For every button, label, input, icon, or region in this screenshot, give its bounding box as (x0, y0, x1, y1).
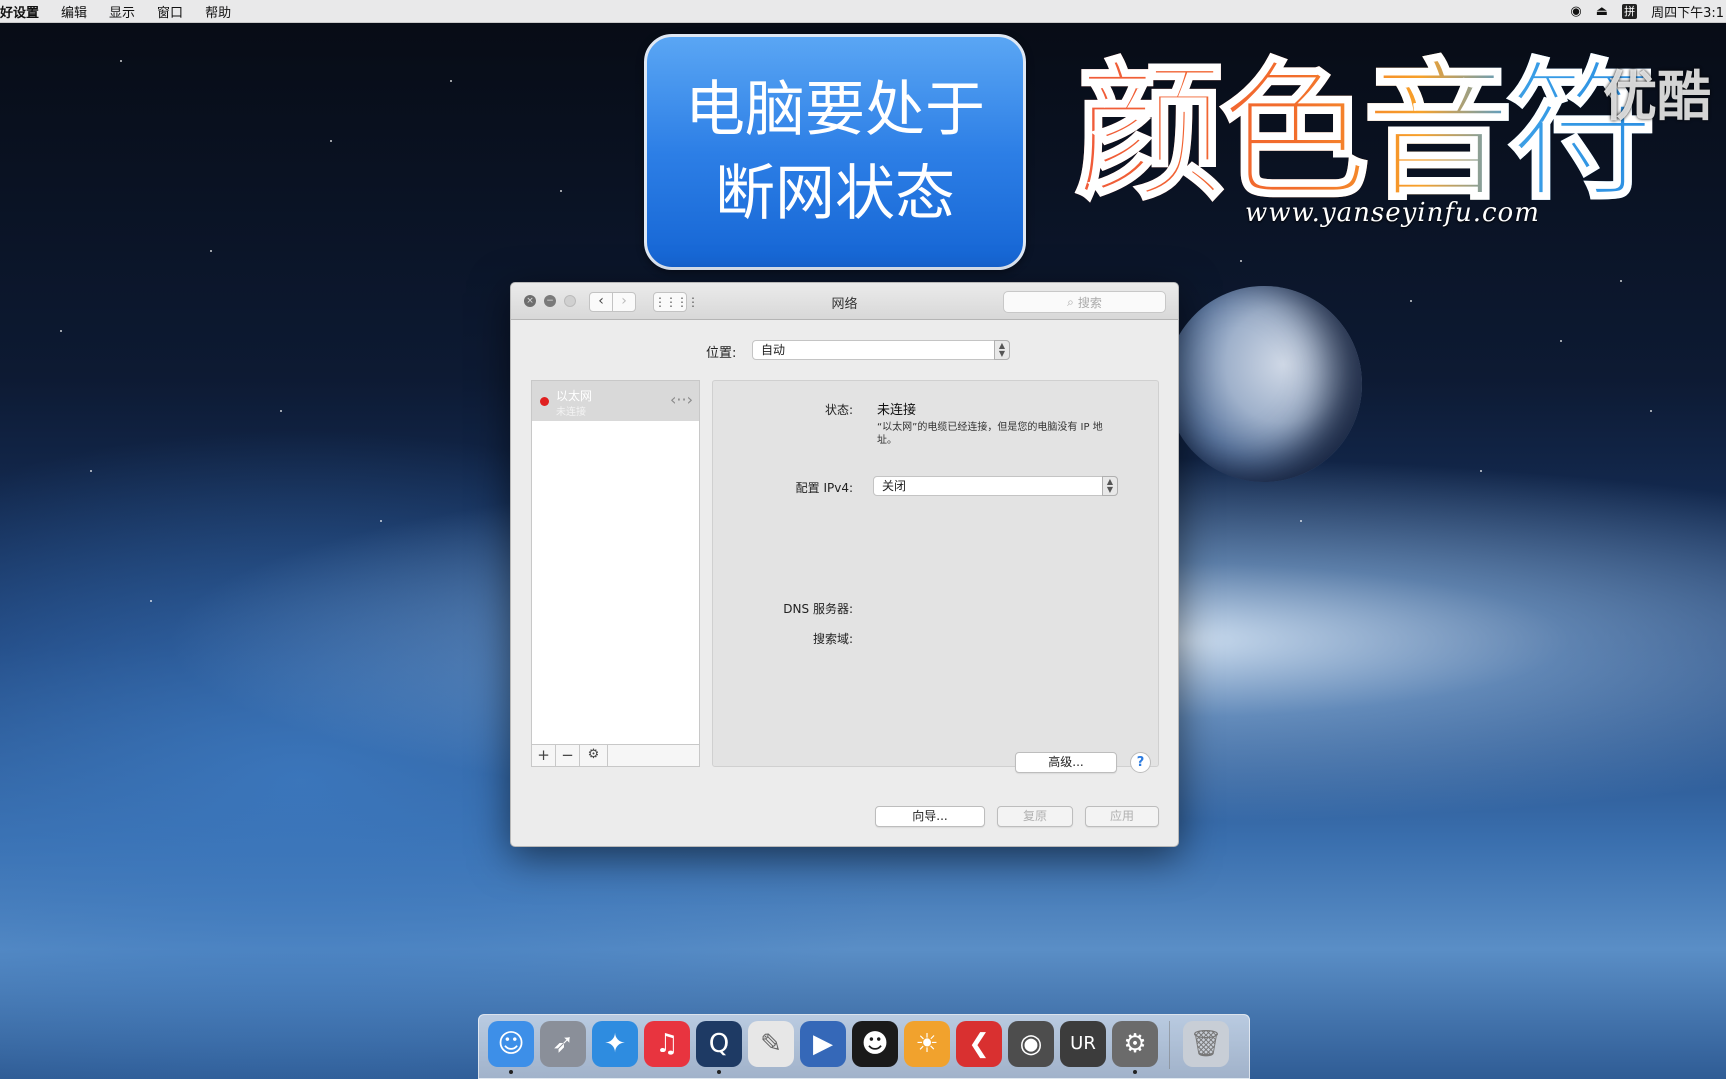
moon-image (1166, 286, 1362, 482)
search-icon: ⌕ (1067, 294, 1074, 309)
menu-clock[interactable]: 周四下午3:1 (1651, 2, 1724, 21)
gear-icon: ⚙ (587, 747, 600, 762)
textedit-icon[interactable]: ✎ (748, 1020, 794, 1067)
search-domain-label: 搜索域: (812, 632, 853, 646)
service-status: 未连接 (556, 407, 586, 418)
qq-icon[interactable]: ☻ (852, 1020, 898, 1067)
menu-bar: 好设置 编辑 显示 窗口 帮助 ◉ ⏏ 拼 周四下午3:1 (0, 0, 1726, 23)
help-button[interactable]: ? (1130, 752, 1151, 773)
running-indicator (1133, 1069, 1137, 1074)
service-list: 以太网 未连接 ‹··› (531, 380, 700, 745)
launchpad-icon[interactable]: ➶ (540, 1020, 586, 1067)
location-label: 位置: (706, 346, 737, 361)
assistant-button[interactable]: 向导... (875, 806, 985, 827)
status-label: 状态: (824, 403, 853, 417)
add-service-button[interactable]: + (532, 745, 556, 766)
menu-edit[interactable]: 编辑 (50, 2, 98, 21)
status-value: 未连接 (877, 403, 917, 418)
location-select[interactable]: 自动 ▲ ▼ (752, 340, 1010, 360)
dock-items: ☺ ➶ ✦ ♫ Q ✎ ▶ ☻ ☀ ❮ ◉ UR ⚙ (485, 1020, 1161, 1074)
remove-service-button[interactable]: − (556, 745, 580, 766)
advanced-button[interactable]: 高级... (1015, 752, 1117, 773)
updown-arrows-icon: ▲ ▼ (994, 340, 1010, 360)
safari-icon[interactable]: ✦ (592, 1020, 638, 1067)
ipv4-label: 配置 IPv4: (795, 481, 853, 495)
service-name: 以太网 (556, 389, 593, 403)
quicktime-icon[interactable]: Q (696, 1020, 742, 1074)
input-method-icon[interactable]: 拼 (1622, 3, 1638, 19)
running-indicator (717, 1069, 721, 1074)
status-description: “以太网”的电缆已经连接，但是您的电脑没有 IP 地址。 (877, 422, 1103, 446)
gear-menu-button[interactable]: ⚙ (580, 745, 608, 766)
service-detail-panel: 状态: 未连接 “以太网”的电缆已经连接，但是您的电脑没有 IP 地址。 配置 … (712, 380, 1159, 767)
ipv4-value: 关闭 (882, 479, 907, 493)
ethernet-icon: ‹··› (670, 390, 693, 409)
revert-button[interactable]: 复原 (997, 806, 1073, 827)
eject-icon[interactable]: ⏏ (1596, 4, 1608, 19)
title-bar: × − ‹ › ⋮⋮⋮⋮ 网络 ⌕ 搜索 (511, 283, 1178, 320)
callout-line-2: 断网状态 (715, 159, 955, 229)
ipv4-select[interactable]: 关闭 ▲ ▼ (873, 476, 1118, 496)
apply-button[interactable]: 应用 (1085, 806, 1159, 827)
game-app-icon[interactable]: ☀ (904, 1020, 950, 1067)
disk-utility-icon[interactable]: ◉ (1008, 1020, 1054, 1067)
logo-url: www.yanseyinfu.com (1245, 198, 1540, 228)
callout-line-1: 电脑要处于 (685, 75, 985, 145)
callout-box: 电脑要处于 断网状态 (644, 34, 1026, 270)
logo-brand-text: 颜色音符 (1073, 46, 1658, 220)
network-preferences-window: × − ‹ › ⋮⋮⋮⋮ 网络 ⌕ 搜索 位置: 自动 ▲ ▼ 以太网 未连接 ‹… (510, 282, 1179, 847)
system-preferences-icon[interactable]: ⚙ (1112, 1020, 1158, 1074)
menu-help[interactable]: 帮助 (194, 2, 242, 21)
red-app-icon[interactable]: ❮ (956, 1020, 1002, 1067)
itunes-icon[interactable]: ♫ (644, 1020, 690, 1067)
search-placeholder: 搜索 (1077, 295, 1102, 310)
watermark: 优酷 (1603, 65, 1711, 128)
search-field[interactable]: ⌕ 搜索 (1003, 291, 1166, 313)
status-dot-icon (540, 397, 549, 406)
dock-separator (1169, 1020, 1170, 1069)
dns-label: DNS 服务器: (783, 602, 853, 616)
running-indicator (509, 1069, 513, 1074)
record-icon[interactable]: ◉ (1570, 4, 1581, 19)
dock: ☺ ➶ ✦ ♫ Q ✎ ▶ ☻ ☀ ❮ ◉ UR ⚙ 🗑 (478, 1014, 1250, 1079)
finder-icon[interactable]: ☺ (488, 1020, 534, 1074)
ur44-icon[interactable]: UR (1060, 1020, 1106, 1067)
media-player-icon[interactable]: ▶ (800, 1020, 846, 1067)
menu-window[interactable]: 窗口 (146, 2, 194, 21)
menu-app-preferences[interactable]: 好设置 (0, 2, 50, 21)
service-item-ethernet[interactable]: 以太网 未连接 ‹··› (532, 381, 699, 421)
brand-logo: 颜色音符 www.yanseyinfu.com 优酷 (1073, 38, 1726, 238)
trash-icon[interactable]: 🗑 (1183, 1020, 1229, 1067)
service-list-toolbar: + − ⚙ (531, 745, 700, 767)
location-value: 自动 (761, 343, 786, 357)
menu-view[interactable]: 显示 (98, 2, 146, 21)
updown-arrows-icon: ▲ ▼ (1102, 476, 1118, 496)
